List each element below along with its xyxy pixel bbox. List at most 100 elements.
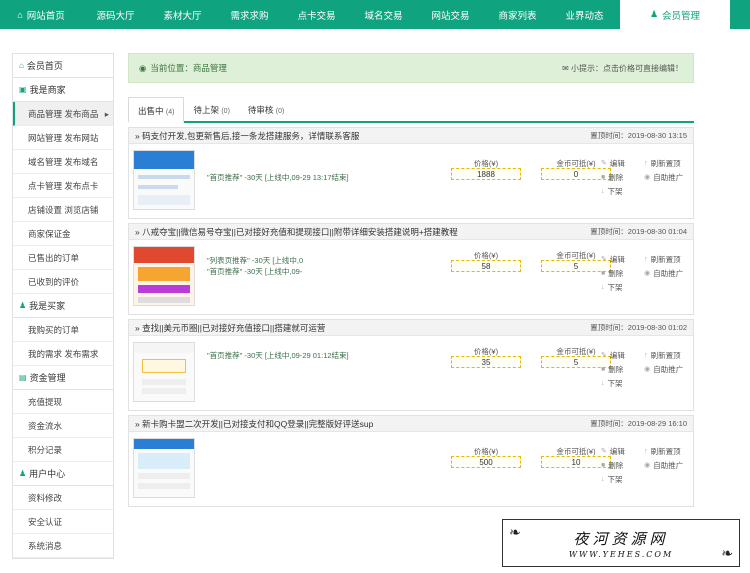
price-field[interactable]: 价格(¥) 35 [451,346,521,368]
product-thumbnail[interactable] [133,246,195,306]
price-field[interactable]: 价格(¥) 1888 [451,158,521,180]
arrow-down-icon: ↓ [601,475,605,483]
sidebar-item-shop[interactable]: 店铺设置 浏览店铺 [13,198,113,222]
offline-button[interactable]: ↓ 下架 [601,282,641,293]
sidebar-item-goods[interactable]: 商品管理 发布商品 [13,102,113,126]
nav-source[interactable]: 源码大厅 [82,0,149,29]
sidebar-item-needs[interactable]: 我的需求 发布需求 [13,342,113,366]
nav-card[interactable]: 点卡交易 [283,0,350,29]
sidebar-item-websites[interactable]: 网站管理 发布网站 [13,126,113,150]
product-time: 置顶时间：2019-08-29 16:10 [590,419,687,428]
nav-demand[interactable]: 需求求购 [216,0,283,29]
nav-material[interactable]: 素材大厅 [149,0,216,29]
refresh-top-button[interactable]: ↑ 刷新置顶 [644,446,691,457]
tab-reviewing[interactable]: 待审核 (0) [239,97,293,123]
product-ops: ✎ 编辑 ↑ 刷新置顶 ■ 删除 ◉ 自助推广 ↓ 下架 [601,156,691,198]
product-card: » 码支付开发,包更新售后,接一条龙搭建服务，详情联系客服 置顶时间：2019-… [128,127,694,219]
user-icon: ♟ [649,9,659,19]
wifi-icon: ◉ [644,270,651,277]
nav-merchants[interactable]: 商家列表 [484,0,551,29]
refresh-top-button[interactable]: ↑ 刷新置顶 [644,350,691,361]
arrow-up-icon: ↑ [644,351,648,359]
home-icon: ⌂ [17,9,23,20]
edit-button[interactable]: ✎ 编辑 [601,254,640,265]
auto-promo-button[interactable]: ◉ 自助推广 [644,460,691,471]
refresh-top-button[interactable]: ↑ 刷新置顶 [644,254,691,265]
product-time: 置顶时间：2019-08-30 01:04 [590,227,687,236]
arrow-down-icon: ↓ [601,283,605,291]
delete-button[interactable]: ■ 删除 [601,460,640,471]
product-ops: ✎ 编辑 ↑ 刷新置顶 ■ 删除 ◉ 自助推广 ↓ 下架 [601,252,691,294]
offline-button[interactable]: ↓ 下架 [601,378,641,389]
refresh-top-button[interactable]: ↑ 刷新置顶 [644,158,691,169]
edit-button[interactable]: ✎ 编辑 [601,350,640,361]
edit-button[interactable]: ✎ 编辑 [601,158,640,169]
sidebar-item-profile[interactable]: 资料修改 [13,486,113,510]
nav-domain[interactable]: 域名交易 [350,0,417,29]
auto-promo-button[interactable]: ◉ 自助推广 [644,364,691,375]
auto-promo-button[interactable]: ◉ 自助推广 [644,172,691,183]
product-title[interactable]: » 查找||美元币圈||已对接好充值接口||搭建就可运营 [135,322,325,334]
trash-icon: ■ [601,269,606,277]
nav-news[interactable]: 业界动态 [551,0,618,29]
bag-icon: ▣ [19,84,27,94]
watermark-title: 夜河资源网 [573,529,669,548]
delete-button[interactable]: ■ 删除 [601,172,640,183]
sidebar-item-flow[interactable]: 资金流水 [13,414,113,438]
sidebar-item-domains[interactable]: 域名管理 发布域名 [13,150,113,174]
sidebar-item-orders[interactable]: 我购买的订单 [13,318,113,342]
product-card: » 八戒夺宝||微信易号夺宝||已对接好充值和提现接口||附带详细安装搭建说明+… [128,223,694,315]
auto-promo-button[interactable]: ◉ 自助推广 [644,268,691,279]
product-title[interactable]: » 新卡购卡盟二次开发||已对接支付和QQ登录||完整版好评送sup [135,418,373,430]
sidebar-item-messages[interactable]: 系统消息 [13,534,113,558]
delete-button[interactable]: ■ 删除 [601,268,640,279]
product-card: » 新卡购卡盟二次开发||已对接支付和QQ登录||完整版好评送sup 置顶时间：… [128,415,694,507]
tip-text: 小提示：点击价格可直接编辑！ [571,63,683,73]
wifi-icon: ◉ [644,366,651,373]
product-title[interactable]: » 码支付开发,包更新售后,接一条龙搭建服务，详情联系客服 [135,130,359,142]
person-icon: ♟ [19,300,27,310]
wifi-icon: ◉ [644,462,651,469]
sidebar-group-buyer: ♟ 我是买家 [13,294,113,318]
price-field[interactable]: 价格(¥) 500 [451,446,521,468]
ornament-icon: ❧ [509,524,521,540]
sidebar-group-merchant: ▣ 我是商家 [13,78,113,102]
pencil-icon: ✎ [601,160,607,167]
map-pin-icon: ◉ [139,62,147,73]
price-field[interactable]: 价格(¥) 58 [451,250,521,272]
sidebar-home[interactable]: ⌂ 会员首页 [13,54,113,78]
sidebar-item-recharge[interactable]: 充值提现 [13,390,113,414]
product-ops: ✎ 编辑 ↑ 刷新置顶 ■ 删除 ◉ 自助推广 ↓ 下架 [601,444,691,486]
product-thumbnail[interactable] [133,342,195,402]
offline-button[interactable]: ↓ 下架 [601,474,641,485]
promo-text: "首页推荐" -30天 [上线中,09-29 13:17结束] [207,173,349,182]
product-title[interactable]: » 八戒夺宝||微信易号夺宝||已对接好充值和提现接口||附带详细安装搭建说明+… [135,226,458,238]
nav-home[interactable]: ⌂ 网站首页 [0,0,82,29]
sidebar-item-sold[interactable]: 已售出的订单 [13,246,113,270]
product-thumbnail[interactable] [133,150,195,210]
pencil-icon: ✎ [601,448,607,455]
tab-on-sale[interactable]: 出售中 (4) [128,97,185,123]
sidebar-item-points[interactable]: 积分记录 [13,438,113,462]
arrow-down-icon: ↓ [601,187,605,195]
wifi-icon: ◉ [644,174,651,181]
arrow-up-icon: ↑ [644,447,648,455]
pencil-icon: ✎ [601,256,607,263]
tab-pending[interactable]: 待上架 (0) [184,97,238,123]
sidebar-item-cards[interactable]: 点卡管理 发布点卡 [13,174,113,198]
nav-website[interactable]: 网站交易 [417,0,484,29]
trash-icon: ■ [601,461,606,469]
delete-button[interactable]: ■ 删除 [601,364,640,375]
edit-button[interactable]: ✎ 编辑 [601,446,640,457]
location-bar: ◉ 当前位置：商品管理 ✉ 小提示：点击价格可直接编辑！ [128,53,694,83]
sidebar-item-security[interactable]: 安全认证 [13,510,113,534]
megaphone-icon: ✉ [562,63,571,73]
sidebar: ⌂会员首页 ▣我是商家 商品管理 发布商品 网站管理 发布网站 域名管理 发布域… [12,53,114,559]
sidebar-item-deposit[interactable]: 商家保证金 [13,222,113,246]
offline-button[interactable]: ↓ 下架 [601,186,641,197]
arrow-up-icon: ↑ [644,255,648,263]
main-content: ◉ 当前位置：商品管理 ✉ 小提示：点击价格可直接编辑！ 出售中 (4) 待上架 … [128,53,694,507]
sidebar-item-reviews[interactable]: 已收到的评价 [13,270,113,294]
product-thumbnail[interactable] [133,438,195,498]
nav-member[interactable]: ♟ 会员管理 [620,0,730,29]
